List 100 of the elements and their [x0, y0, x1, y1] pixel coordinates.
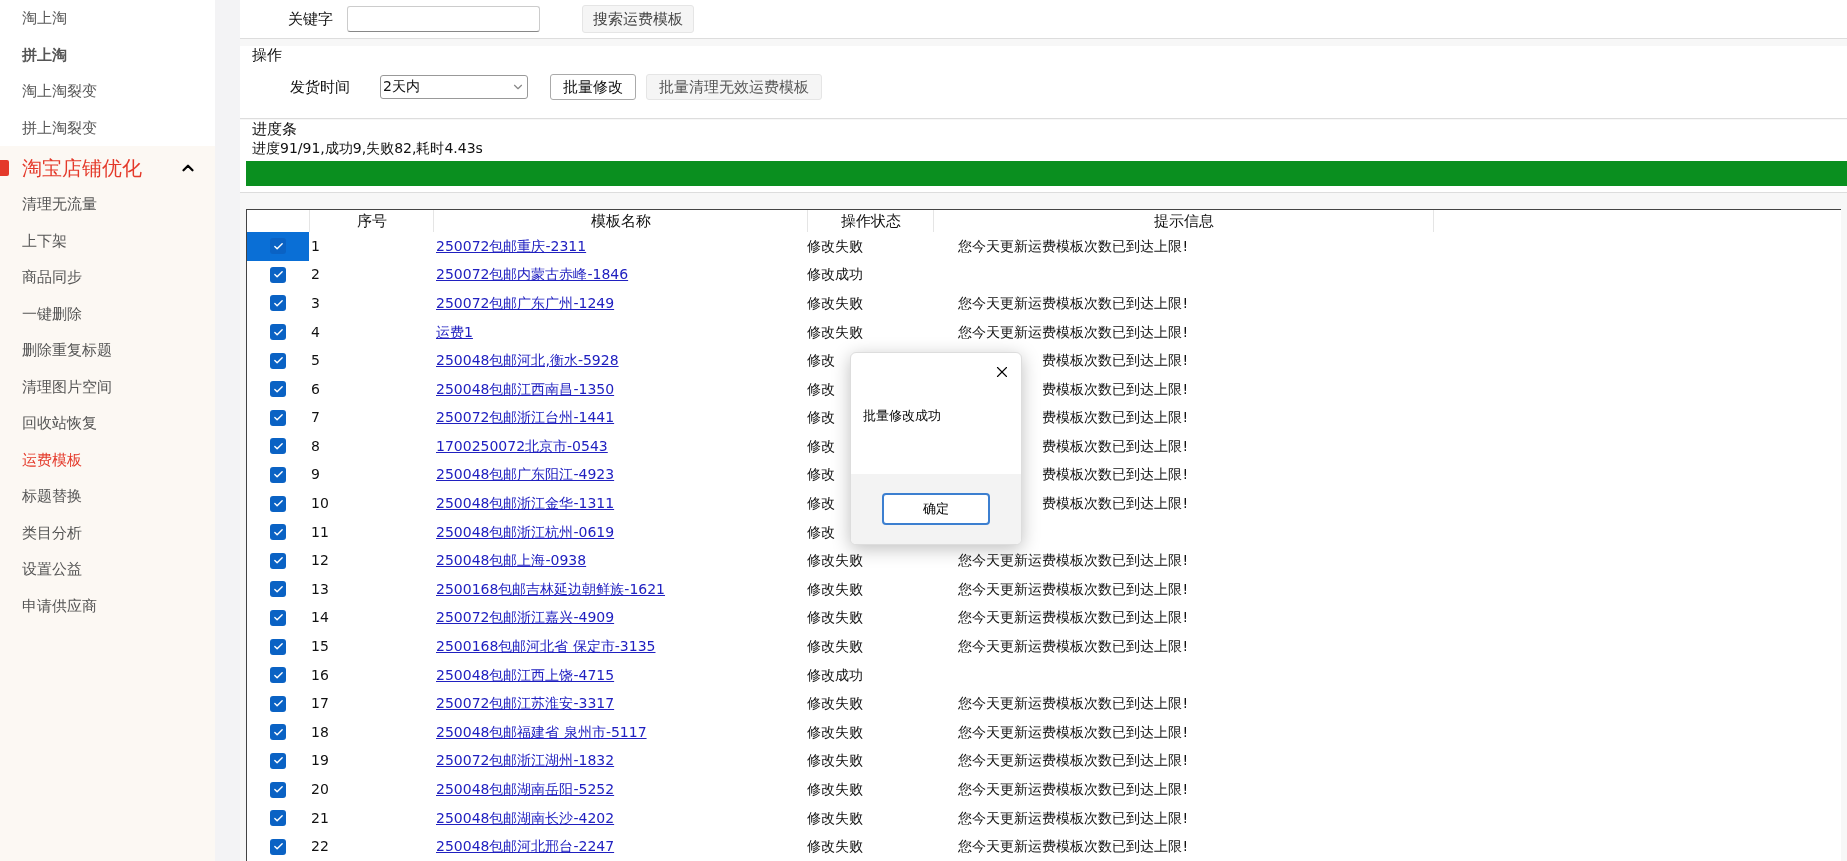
template-link[interactable]: 250072包邮江苏淮安-3317	[436, 695, 615, 712]
checkbox[interactable]	[270, 266, 286, 283]
template-link[interactable]: 250072包邮内蒙古赤峰-1846	[436, 266, 629, 283]
message-text: 您今天更新运费模板次数已到达上限!	[958, 722, 1188, 742]
sidebar-item[interactable]: 类目分析	[22, 521, 82, 544]
status-text: 修改失败	[807, 838, 863, 855]
search-button[interactable]: 搜索运费模板	[582, 4, 694, 33]
template-link[interactable]: 250048包邮江西上饶-4715	[436, 666, 615, 683]
checkbox[interactable]	[270, 838, 286, 855]
sidebar-item[interactable]: 商品同步	[22, 266, 82, 289]
column-header[interactable]: 操作状态	[840, 211, 901, 230]
sidebar-item[interactable]: 一键删除	[22, 302, 82, 325]
status-text: 修改	[807, 352, 835, 369]
checkbox[interactable]	[270, 381, 286, 398]
sidebar-item[interactable]: 申请供应商	[22, 594, 97, 617]
template-link[interactable]: 250048包邮湖南岳阳-5252	[436, 781, 615, 797]
message-text: 您今天更新运费模板次数已到达上限!	[958, 293, 1188, 313]
message-text: 费模板次数已到达上限!	[1042, 351, 1188, 371]
status-text: 修改失败	[807, 638, 863, 655]
check-icon	[272, 726, 284, 738]
checkbox[interactable]	[270, 638, 286, 655]
template-link[interactable]: 1700250072北京市-0543	[436, 437, 608, 454]
checkbox[interactable]	[270, 695, 286, 712]
checkbox[interactable]	[270, 810, 286, 827]
sidebar-item[interactable]: 清理无流量	[22, 193, 97, 216]
template-link[interactable]: 250048包邮浙江金华-1311	[436, 495, 615, 512]
check-icon	[272, 669, 284, 681]
template-link[interactable]: 运费1	[436, 323, 473, 340]
status-text: 修改成功	[807, 266, 863, 283]
template-link[interactable]: 2500168包邮吉林延边朝鲜族-1621	[436, 580, 666, 597]
sidebar-item[interactable]: 上下架	[22, 229, 67, 252]
sidebar-item[interactable]: 删除重复标题	[22, 339, 112, 362]
checkbox[interactable]	[270, 752, 286, 769]
row-number: 1	[311, 237, 320, 254]
keyword-field[interactable]	[347, 5, 540, 32]
column-header[interactable]: 提示信息	[1153, 211, 1214, 230]
template-link[interactable]: 250072包邮重庆-2311	[436, 237, 587, 254]
sidebar-item[interactable]: 拼上淘裂变	[22, 116, 97, 139]
checkbox[interactable]	[270, 438, 286, 455]
message-text: 您今天更新运费模板次数已到达上限!	[958, 579, 1188, 599]
checkbox[interactable]	[270, 524, 286, 541]
checkbox[interactable]	[270, 295, 286, 312]
sidebar-item[interactable]: 淘上淘	[22, 7, 67, 30]
checkbox[interactable]	[270, 238, 286, 255]
checkbox[interactable]	[270, 467, 286, 483]
row-number: 18	[311, 723, 329, 740]
checkbox[interactable]	[270, 667, 286, 684]
action-button[interactable]: 批量修改	[550, 73, 636, 100]
ok-button[interactable]: 确定	[882, 493, 990, 525]
template-link[interactable]: 250048包邮江西南昌-1350	[436, 380, 615, 397]
checkbox[interactable]	[270, 552, 286, 569]
status-text: 修改失败	[807, 695, 863, 712]
ship-time-select[interactable]: 2天内	[380, 74, 528, 99]
template-link[interactable]: 250072包邮浙江嘉兴-4909	[436, 609, 615, 626]
row-number: 2	[311, 266, 320, 283]
checkbox[interactable]	[270, 495, 286, 512]
message-text: 费模板次数已到达上限!	[1042, 436, 1188, 456]
checkbox[interactable]	[270, 781, 286, 798]
checkbox[interactable]	[270, 724, 286, 741]
check-icon	[272, 440, 284, 452]
group-title: 操作	[251, 45, 283, 64]
sidebar-item[interactable]: 设置公益	[22, 558, 82, 581]
checkbox[interactable]	[270, 609, 286, 626]
template-link[interactable]: 250048包邮广东阳江-4923	[436, 466, 615, 483]
row-number: 13	[311, 580, 329, 597]
status-text: 修改失败	[807, 809, 863, 826]
checkbox[interactable]	[270, 409, 286, 426]
message-text: 您今天更新运费模板次数已到达上限!	[958, 780, 1188, 799]
template-link[interactable]: 250048包邮浙江杭州-0619	[436, 523, 615, 540]
checkbox[interactable]	[270, 581, 286, 598]
template-link[interactable]: 250072包邮广东广州-1249	[436, 294, 615, 311]
sidebar-item[interactable]: 运费模板	[22, 448, 82, 471]
sidebar-item[interactable]: 淘上淘裂变	[22, 80, 97, 103]
template-link[interactable]: 250048包邮上海-0938	[436, 552, 587, 569]
template-link[interactable]: 250072包邮浙江台州-1441	[436, 409, 615, 426]
row-number: 15	[311, 638, 329, 655]
check-icon	[272, 583, 284, 595]
status-text: 修改失败	[807, 323, 863, 340]
template-link[interactable]: 250048包邮河北,衡水-5928	[436, 352, 619, 369]
message-text: 您今天更新运费模板次数已到达上限!	[958, 551, 1188, 571]
sidebar-item[interactable]: 拼上淘	[22, 43, 67, 66]
message-text: 费模板次数已到达上限!	[1042, 408, 1188, 428]
status-text: 修改	[807, 380, 835, 397]
row-number: 17	[311, 695, 329, 712]
template-link[interactable]: 250048包邮福建省 泉州市-5117	[436, 723, 647, 740]
checkbox[interactable]	[270, 324, 286, 340]
template-link[interactable]: 2500168包邮河北省 保定市-3135	[436, 638, 656, 655]
checkbox[interactable]	[270, 352, 286, 369]
sidebar-item[interactable]: 标题替换	[22, 485, 82, 508]
template-link[interactable]: 250072包邮浙江湖州-1832	[436, 752, 615, 769]
column-header[interactable]: 序号	[356, 211, 387, 230]
column-header[interactable]: 模板名称	[590, 211, 651, 230]
status-text: 修改失败	[807, 723, 863, 740]
message-text: 您今天更新运费模板次数已到达上限!	[958, 322, 1188, 342]
row-selector[interactable]	[247, 231, 309, 261]
sidebar-section-header[interactable]: 淘宝店铺优化	[0, 150, 215, 186]
template-link[interactable]: 250048包邮湖南长沙-4202	[436, 809, 615, 826]
sidebar-item[interactable]: 回收站恢复	[22, 412, 97, 435]
sidebar-item[interactable]: 清理图片空间	[22, 375, 112, 398]
template-link[interactable]: 250048包邮河北邢台-2247	[436, 838, 615, 855]
